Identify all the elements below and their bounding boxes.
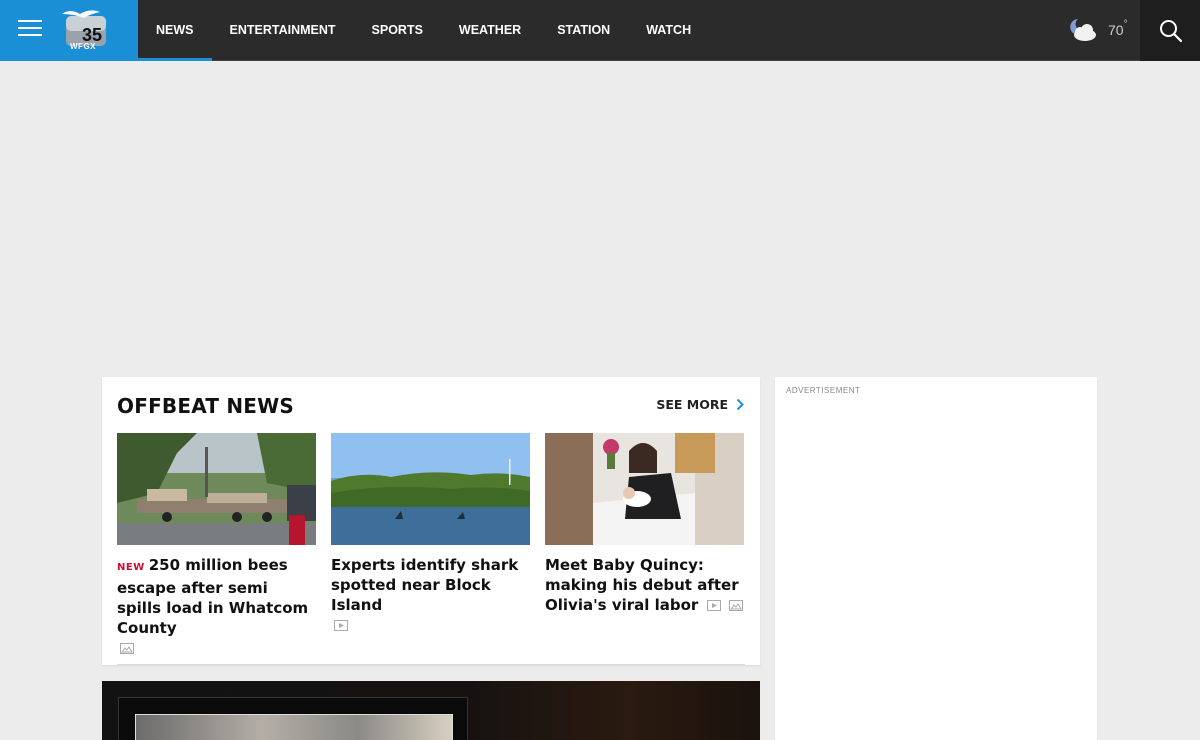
story-image-bees[interactable] [117, 433, 316, 545]
see-more-label: SEE MORE [656, 397, 728, 412]
card-divider [117, 664, 745, 665]
story-card[interactable]: Meet Baby Quincy: making his debut after… [545, 433, 744, 615]
decorative-glow [530, 731, 570, 740]
logo-callsign: WFGX [70, 42, 96, 51]
story-image-shark[interactable] [331, 433, 530, 545]
nav-item-news[interactable]: NEWS [138, 0, 212, 61]
chevron-right-icon [736, 398, 744, 411]
ad-label: ADVERTISEMENT [786, 386, 861, 395]
nav-item-watch[interactable]: WATCH [628, 0, 709, 61]
weather-degree: ° [1123, 18, 1128, 30]
nav-item-entertainment[interactable]: ENTERTAINMENT [212, 0, 354, 61]
logo-block: 35 WFGX [0, 0, 138, 61]
weather-temp: 70 [1108, 22, 1124, 38]
search-icon [1160, 20, 1183, 43]
see-more-link[interactable]: SEE MORE [656, 397, 744, 412]
video-thumbnail[interactable] [135, 714, 453, 740]
story-image-baby[interactable] [545, 433, 744, 545]
main-nav: NEWS ENTERTAINMENT SPORTS WEATHER STATIO… [138, 0, 709, 61]
hamburger-menu-icon[interactable] [18, 20, 42, 38]
nav-item-weather[interactable]: WEATHER [441, 0, 539, 61]
story-card[interactable]: Experts identify shark spotted near Bloc… [331, 433, 530, 635]
story-card[interactable]: NEW 250 million bees escape after semi sp… [117, 433, 316, 658]
story-headline[interactable]: Meet Baby Quincy: making his debut after… [545, 555, 744, 615]
top-navbar: 35 WFGX NEWS ENTERTAINMENT SPORTS WEATHE… [0, 0, 1200, 61]
partly-cloudy-night-icon [1070, 19, 1096, 41]
story-headline[interactable]: NEW 250 million bees escape after semi sp… [117, 555, 316, 658]
advertisement-panel: ADVERTISEMENT [775, 377, 1097, 740]
station-logo[interactable]: 35 WFGX [60, 8, 112, 52]
nav-item-station[interactable]: STATION [539, 0, 628, 61]
section-title: OFFBEAT NEWS [117, 394, 295, 418]
video-icon [334, 620, 348, 631]
nav-item-sports[interactable]: SPORTS [354, 0, 441, 61]
video-icon [706, 600, 721, 611]
story-headline[interactable]: Experts identify shark spotted near Bloc… [331, 555, 530, 635]
gallery-icon [728, 600, 743, 611]
search-button[interactable] [1140, 0, 1200, 61]
weather-widget[interactable]: 70 ° [1068, 16, 1128, 44]
offbeat-news-card: OFFBEAT NEWS SEE MORE NEW 250 million bee… [102, 377, 760, 665]
new-badge: NEW [117, 562, 145, 573]
video-player[interactable] [118, 697, 468, 740]
video-promo[interactable] [102, 681, 760, 740]
gallery-icon [120, 643, 134, 654]
